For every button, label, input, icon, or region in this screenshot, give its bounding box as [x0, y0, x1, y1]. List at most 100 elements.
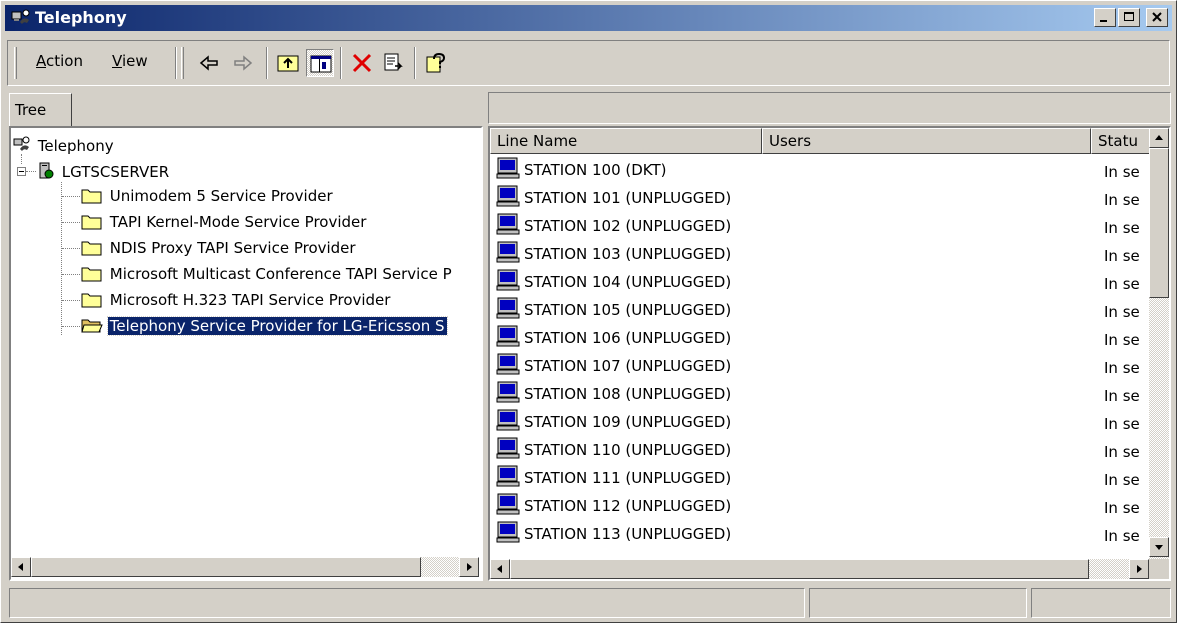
line-status: In se: [1104, 275, 1140, 293]
line-status: In se: [1104, 359, 1140, 377]
arrow-up-icon: [1155, 135, 1163, 140]
folder-icon: [81, 241, 102, 256]
list-item[interactable]: STATION 110 (UNPLUGGED) In se: [494, 436, 1144, 464]
toolbar-separator: [175, 47, 177, 79]
list-item[interactable]: STATION 113 (UNPLUGGED) In se: [494, 520, 1144, 548]
line-name: STATION 102 (UNPLUGGED): [524, 217, 732, 235]
list-item[interactable]: STATION 105 (UNPLUGGED) In se: [494, 296, 1144, 324]
tab-tree[interactable]: Tree: [9, 93, 72, 126]
folder-icon: [81, 215, 102, 230]
list-item[interactable]: STATION 100 (DKT) In se: [494, 156, 1144, 184]
forward-button[interactable]: [229, 49, 257, 77]
export-list-icon: [384, 53, 403, 71]
menu-view[interactable]: View: [112, 52, 148, 70]
tree-node-provider[interactable]: Microsoft H.323 TAPI Service Provider: [81, 290, 392, 312]
up-folder-icon: [277, 55, 299, 72]
list-item[interactable]: STATION 108 (UNPLUGGED) In se: [494, 380, 1144, 408]
computer-line-icon: [496, 325, 520, 347]
line-name: STATION 110 (UNPLUGGED): [524, 441, 732, 459]
toolbar: Action View: [7, 40, 1170, 86]
help-icon: [426, 52, 446, 73]
list-item[interactable]: STATION 103 (UNPLUGGED) In se: [494, 240, 1144, 268]
status-bar-pane-3: [1031, 588, 1171, 618]
maximize-icon: [1124, 12, 1134, 21]
arrow-left-icon: [18, 563, 23, 571]
line-name: STATION 101 (UNPLUGGED): [524, 189, 732, 207]
column-header-status[interactable]: Statu: [1091, 128, 1151, 154]
line-status: In se: [1104, 443, 1140, 461]
list-item[interactable]: STATION 106 (UNPLUGGED) In se: [494, 324, 1144, 352]
arrow-right-icon: [1137, 565, 1142, 573]
main-window: Telephony Action View Tree Telephony LGT…: [0, 0, 1177, 623]
toolbar-separator: [340, 47, 342, 79]
minimize-icon: [1100, 20, 1107, 22]
computer-line-icon: [496, 185, 520, 207]
folder-icon: [81, 293, 102, 308]
tree-horizontal-scroll-thumb[interactable]: [31, 557, 421, 577]
menu-action[interactable]: Action: [36, 52, 83, 70]
list-item[interactable]: STATION 104 (UNPLUGGED) In se: [494, 268, 1144, 296]
collapse-toggle[interactable]: [17, 167, 26, 176]
column-header-users[interactable]: Users: [762, 128, 1091, 154]
toolbar-grip[interactable]: [181, 47, 184, 79]
line-status: In se: [1104, 499, 1140, 517]
list-item[interactable]: STATION 101 (UNPLUGGED) In se: [494, 184, 1144, 212]
title-bar[interactable]: Telephony: [5, 5, 1172, 31]
tree-node-telephony[interactable]: Telephony: [13, 136, 116, 158]
line-name: STATION 104 (UNPLUGGED): [524, 273, 732, 291]
list-item[interactable]: STATION 111 (UNPLUGGED) In se: [494, 464, 1144, 492]
toolbar-grip[interactable]: [14, 47, 17, 79]
status-bar-pane-2: [809, 588, 1027, 618]
server-icon: [39, 162, 54, 179]
list-item[interactable]: STATION 102 (UNPLUGGED) In se: [494, 212, 1144, 240]
list-pane[interactable]: Line Name Users Statu STATION 100 (DKT) I…: [488, 126, 1171, 581]
telephony-icon: [13, 136, 30, 151]
scroll-up-button[interactable]: [1149, 128, 1169, 148]
back-button[interactable]: [195, 49, 223, 77]
tree-scroll-right-button[interactable]: [459, 557, 479, 577]
tree-node-server[interactable]: LGTSCSERVER: [37, 162, 171, 184]
toolbar-separator: [266, 47, 268, 79]
line-name: STATION 108 (UNPLUGGED): [524, 385, 732, 403]
line-status: In se: [1104, 471, 1140, 489]
line-name: STATION 112 (UNPLUGGED): [524, 497, 732, 515]
list-item[interactable]: STATION 109 (UNPLUGGED) In se: [494, 408, 1144, 436]
up-one-level-button[interactable]: [274, 49, 302, 77]
tree-node-provider[interactable]: Unimodem 5 Service Provider: [81, 186, 335, 208]
export-list-button[interactable]: [380, 49, 408, 77]
show-hide-tree-button[interactable]: [306, 49, 334, 77]
tree-node-provider[interactable]: TAPI Kernel-Mode Service Provider: [81, 212, 368, 234]
scroll-left-button[interactable]: [490, 559, 510, 579]
horizontal-scroll-thumb[interactable]: [510, 559, 1089, 579]
tree-node-provider[interactable]: NDIS Proxy TAPI Service Provider: [81, 238, 358, 260]
list-item[interactable]: STATION 112 (UNPLUGGED) In se: [494, 492, 1144, 520]
folder-icon: [81, 189, 102, 204]
tree-node-provider[interactable]: Microsoft Multicast Conference TAPI Serv…: [81, 264, 454, 286]
delete-button[interactable]: [348, 49, 376, 77]
close-button[interactable]: [1146, 8, 1168, 27]
tree-node-provider[interactable]: Telephony Service Provider for LG-Ericss…: [81, 316, 448, 338]
maximize-button[interactable]: [1118, 8, 1140, 27]
tree-scroll-left-button[interactable]: [11, 557, 31, 577]
line-status: In se: [1104, 387, 1140, 405]
arrow-right-icon: [467, 563, 472, 571]
line-name: STATION 106 (UNPLUGGED): [524, 329, 732, 347]
minimize-button[interactable]: [1094, 8, 1116, 27]
line-status: In se: [1104, 247, 1140, 265]
show-hide-tree-icon: [310, 55, 332, 73]
telephony-icon: [11, 9, 30, 24]
arrow-left-icon: [497, 565, 502, 573]
list-item[interactable]: STATION 107 (UNPLUGGED) In se: [494, 352, 1144, 380]
description-bar: [488, 92, 1171, 124]
window-title: Telephony: [35, 8, 127, 27]
column-header-line-name[interactable]: Line Name: [490, 128, 762, 154]
line-status: In se: [1104, 527, 1140, 545]
help-button[interactable]: [422, 49, 450, 77]
toolbar-separator: [414, 47, 416, 79]
scroll-right-button[interactable]: [1129, 559, 1149, 579]
tree-pane[interactable]: Telephony LGTSCSERVER Unimodem 5 Service…: [9, 126, 483, 581]
line-name: STATION 103 (UNPLUGGED): [524, 245, 732, 263]
scroll-down-button[interactable]: [1149, 537, 1169, 557]
vertical-scroll-thumb[interactable]: [1149, 148, 1169, 298]
computer-line-icon: [496, 465, 520, 487]
